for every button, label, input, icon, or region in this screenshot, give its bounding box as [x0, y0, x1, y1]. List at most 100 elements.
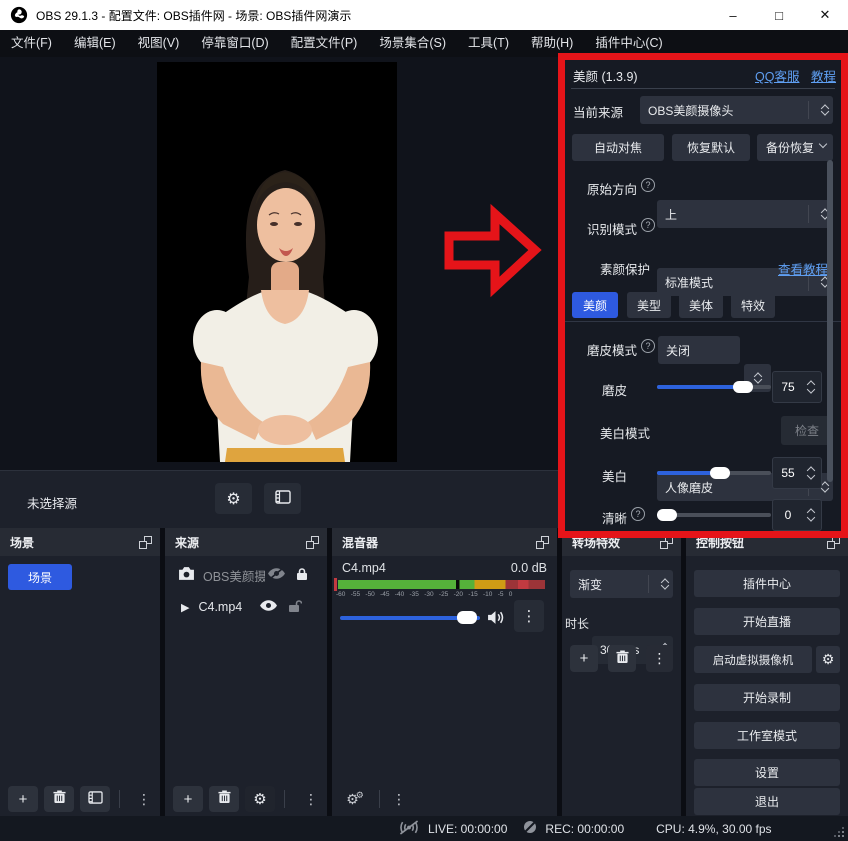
tutorial-link[interactable]: 教程 — [811, 66, 836, 85]
start-virtual-camera-button[interactable]: 启动虚拟摄像机 — [694, 646, 812, 673]
protect-select[interactable]: 关闭 — [658, 336, 740, 364]
transition-select[interactable]: 渐变 — [570, 570, 673, 598]
volume-slider-handle[interactable] — [457, 611, 477, 624]
source-filters-button[interactable] — [264, 483, 301, 514]
smooth-spinbox[interactable]: 75 — [772, 371, 822, 403]
help-icon[interactable]: ? — [641, 339, 655, 353]
menu-edit[interactable]: 编辑(E) — [63, 30, 127, 57]
resize-grip[interactable] — [842, 835, 844, 837]
unlock-icon[interactable] — [288, 599, 302, 616]
lock-icon[interactable] — [296, 567, 308, 584]
plus-icon: + — [184, 791, 193, 808]
scene-filters-button[interactable] — [80, 786, 110, 812]
advanced-audio-button[interactable]: ⚙⚙ — [340, 786, 370, 812]
trash-icon — [53, 790, 66, 808]
popout-icon[interactable] — [139, 536, 152, 549]
transition-value: 渐变 — [578, 576, 602, 593]
obs-logo-icon — [10, 6, 28, 24]
check-button[interactable]: 检查 — [781, 416, 833, 445]
menu-scene-collection[interactable]: 场景集合(S) — [368, 30, 457, 57]
tab-beauty[interactable]: 美颜 — [572, 292, 618, 318]
clarity-slider-handle[interactable] — [657, 509, 677, 521]
speaker-icon[interactable] — [487, 610, 504, 628]
preview-canvas[interactable] — [157, 62, 397, 462]
window-title: OBS 29.1.3 - 配置文件: OBS插件网 - 场景: OBS插件网演示 — [36, 7, 351, 24]
close-button[interactable]: ✕ — [802, 0, 848, 30]
help-icon[interactable]: ? — [641, 178, 655, 192]
source-properties-button[interactable]: ⚙ — [245, 786, 275, 812]
orientation-select[interactable]: 上 — [657, 200, 833, 228]
mixer-channel-menu-button[interactable]: ⋮ — [514, 600, 544, 632]
gear-icon: ⚙ — [822, 651, 835, 668]
remove-transition-button[interactable] — [608, 645, 636, 672]
popout-icon[interactable] — [827, 536, 840, 549]
transition-menu-button[interactable]: ⋮ — [646, 645, 673, 672]
source-row-camera[interactable]: OBS美颜摄像头 — [165, 562, 327, 588]
add-scene-button[interactable]: + — [8, 786, 38, 812]
help-icon[interactable]: ? — [641, 218, 655, 232]
menu-docks[interactable]: 停靠窗口(D) — [190, 30, 279, 57]
chevron-down-icon — [819, 140, 827, 148]
beauty-panel-title: 美颜 (1.3.9) — [573, 66, 638, 85]
exit-button[interactable]: 退出 — [694, 788, 840, 815]
start-recording-button[interactable]: 开始录制 — [694, 684, 840, 711]
kebab-icon: ⋮ — [522, 607, 537, 625]
remove-source-button[interactable] — [209, 786, 239, 812]
whiten-value: 55 — [773, 458, 803, 488]
camera-icon — [178, 566, 195, 584]
whiten-slider[interactable] — [657, 471, 771, 475]
backup-restore-button[interactable]: 备份恢复 — [757, 134, 833, 161]
add-source-button[interactable]: + — [173, 786, 203, 812]
tab-reshape[interactable]: 美型 — [627, 292, 671, 318]
tab-body[interactable]: 美体 — [679, 292, 723, 318]
help-icon[interactable]: ? — [631, 507, 645, 521]
qq-support-link[interactable]: QQ客服 — [755, 66, 799, 85]
menu-help[interactable]: 帮助(H) — [520, 30, 584, 57]
remove-scene-button[interactable] — [44, 786, 74, 812]
popout-icon[interactable] — [536, 536, 549, 549]
clarity-spinbox[interactable]: 0 — [772, 499, 822, 531]
clarity-label: 清晰 — [565, 508, 627, 527]
mixer-menu-button[interactable]: ⋮ — [389, 786, 409, 812]
smooth-slider-handle[interactable] — [733, 381, 753, 393]
menu-file[interactable]: 文件(F) — [0, 30, 63, 57]
maximize-button[interactable]: □ — [756, 0, 802, 30]
start-streaming-button[interactable]: 开始直播 — [694, 608, 840, 635]
clarity-slider[interactable] — [657, 513, 771, 517]
eye-icon[interactable] — [259, 599, 278, 615]
autofocus-button[interactable]: 自动对焦 — [572, 134, 664, 161]
source-row-media[interactable]: ▶ C4.mp4 — [165, 594, 327, 620]
plugin-center-button[interactable]: 插件中心 — [694, 570, 840, 597]
menu-plugin-center[interactable]: 插件中心(C) — [584, 30, 673, 57]
current-source-select[interactable]: OBS美颜摄像头 — [640, 96, 833, 124]
scene-item[interactable]: 场景 — [8, 564, 72, 590]
source-properties-button[interactable]: ⚙ — [215, 483, 252, 514]
restore-default-button[interactable]: 恢复默认 — [672, 134, 750, 161]
virtual-camera-settings-button[interactable]: ⚙ — [816, 646, 840, 673]
popout-icon[interactable] — [306, 536, 319, 549]
live-time: LIVE: 00:00:00 — [428, 822, 507, 836]
popout-icon[interactable] — [660, 536, 673, 549]
whiten-spinbox[interactable]: 55 — [772, 457, 822, 489]
sources-menu-button[interactable]: ⋮ — [301, 786, 321, 812]
add-transition-button[interactable]: + — [570, 645, 598, 672]
whiten-slider-handle[interactable] — [710, 467, 730, 479]
sources-dock-header: 来源 — [165, 528, 327, 556]
studio-mode-button[interactable]: 工作室模式 — [694, 722, 840, 749]
beauty-panel-scrollbar[interactable] — [827, 160, 833, 482]
minimize-button[interactable]: – — [710, 0, 756, 30]
trash-icon — [218, 790, 231, 808]
tab-effects[interactable]: 特效 — [731, 292, 775, 318]
sources-toolbar: + ⚙ ⋮ — [165, 782, 327, 816]
eye-slash-icon[interactable] — [267, 567, 286, 583]
view-tutorial-link[interactable]: 查看教程 — [778, 259, 828, 278]
menu-view[interactable]: 视图(V) — [127, 30, 191, 57]
settings-button[interactable]: 设置 — [694, 759, 840, 786]
smooth-mode-label: 磨皮模式 — [565, 340, 637, 359]
menu-profile[interactable]: 配置文件(P) — [280, 30, 369, 57]
menu-tools[interactable]: 工具(T) — [457, 30, 520, 57]
scenes-menu-button[interactable]: ⋮ — [134, 786, 154, 812]
smooth-slider[interactable] — [657, 385, 771, 389]
current-source-label: 当前来源 — [573, 102, 623, 121]
orientation-value: 上 — [665, 206, 677, 223]
